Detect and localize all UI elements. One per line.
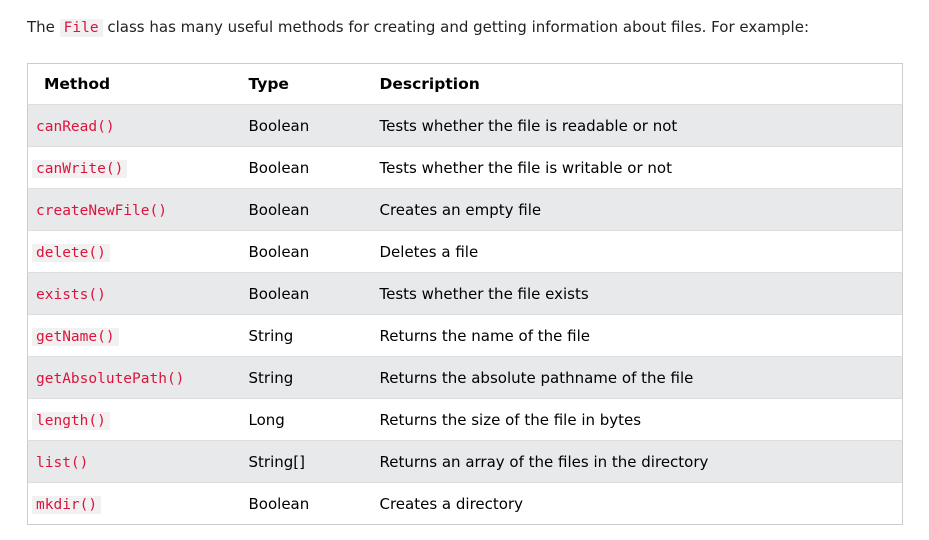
type-cell: String [234, 356, 366, 399]
type-column-header: Type [234, 63, 366, 105]
description-cell: Tests whether the file exists [365, 272, 903, 315]
method-cell: getName() [27, 314, 235, 357]
method-cell: canWrite() [27, 146, 235, 189]
table-row: mkdir() Boolean Creates a directory [27, 482, 903, 525]
table-row: canWrite() Boolean Tests whether the fil… [27, 146, 903, 189]
description-cell: Tests whether the file is writable or no… [365, 146, 903, 189]
method-name: length() [32, 411, 110, 430]
method-cell: canRead() [27, 104, 235, 147]
table-row: delete() Boolean Deletes a file [27, 230, 903, 273]
method-cell: getAbsolutePath() [27, 356, 235, 399]
table-row: length() Long Returns the size of the fi… [27, 398, 903, 441]
method-name: exists() [32, 285, 110, 304]
method-name: list() [32, 453, 93, 472]
table-row: getName() String Returns the name of the… [27, 314, 903, 357]
type-cell: Boolean [234, 104, 366, 147]
intro-text-before: The [27, 18, 60, 36]
method-name: mkdir() [32, 495, 102, 514]
type-cell: Boolean [234, 272, 366, 315]
intro-text-after: class has many useful methods for creati… [102, 18, 809, 36]
method-name: getName() [32, 327, 119, 346]
type-cell: String [234, 314, 366, 357]
method-cell: mkdir() [27, 482, 235, 525]
method-cell: exists() [27, 272, 235, 315]
description-cell: Creates a directory [365, 482, 903, 525]
description-cell: Returns the size of the file in bytes [365, 398, 903, 441]
description-cell: Deletes a file [365, 230, 903, 273]
description-cell: Returns the name of the file [365, 314, 903, 357]
description-cell: Returns an array of the files in the dir… [365, 440, 903, 483]
type-cell: Boolean [234, 188, 366, 231]
table-row: createNewFile() Boolean Creates an empty… [27, 188, 903, 231]
method-name: delete() [32, 243, 110, 262]
description-column-header: Description [365, 63, 903, 105]
file-class-code: File [59, 19, 103, 37]
method-cell: createNewFile() [27, 188, 235, 231]
method-cell: length() [27, 398, 235, 441]
method-name: canWrite() [32, 159, 128, 178]
method-cell: delete() [27, 230, 235, 273]
type-cell: Long [234, 398, 366, 441]
type-cell: Boolean [234, 146, 366, 189]
method-name: getAbsolutePath() [32, 369, 189, 388]
intro-paragraph: The File class has many useful methods f… [27, 17, 809, 38]
method-cell: list() [27, 440, 235, 483]
table-header-row: Method Type Description [27, 63, 903, 105]
type-cell: Boolean [234, 230, 366, 273]
type-cell: Boolean [234, 482, 366, 525]
file-methods-table: Method Type Description canRead() Boolea… [27, 63, 903, 525]
description-cell: Tests whether the file is readable or no… [365, 104, 903, 147]
description-cell: Creates an empty file [365, 188, 903, 231]
table-row: canRead() Boolean Tests whether the file… [27, 104, 903, 147]
method-name: createNewFile() [32, 201, 171, 220]
description-cell: Returns the absolute pathname of the fil… [365, 356, 903, 399]
type-cell: String[] [234, 440, 366, 483]
table-row: getAbsolutePath() String Returns the abs… [27, 356, 903, 399]
method-column-header: Method [27, 63, 235, 105]
table-row: list() String[] Returns an array of the … [27, 440, 903, 483]
table-row: exists() Boolean Tests whether the file … [27, 272, 903, 315]
method-name: canRead() [32, 117, 119, 136]
